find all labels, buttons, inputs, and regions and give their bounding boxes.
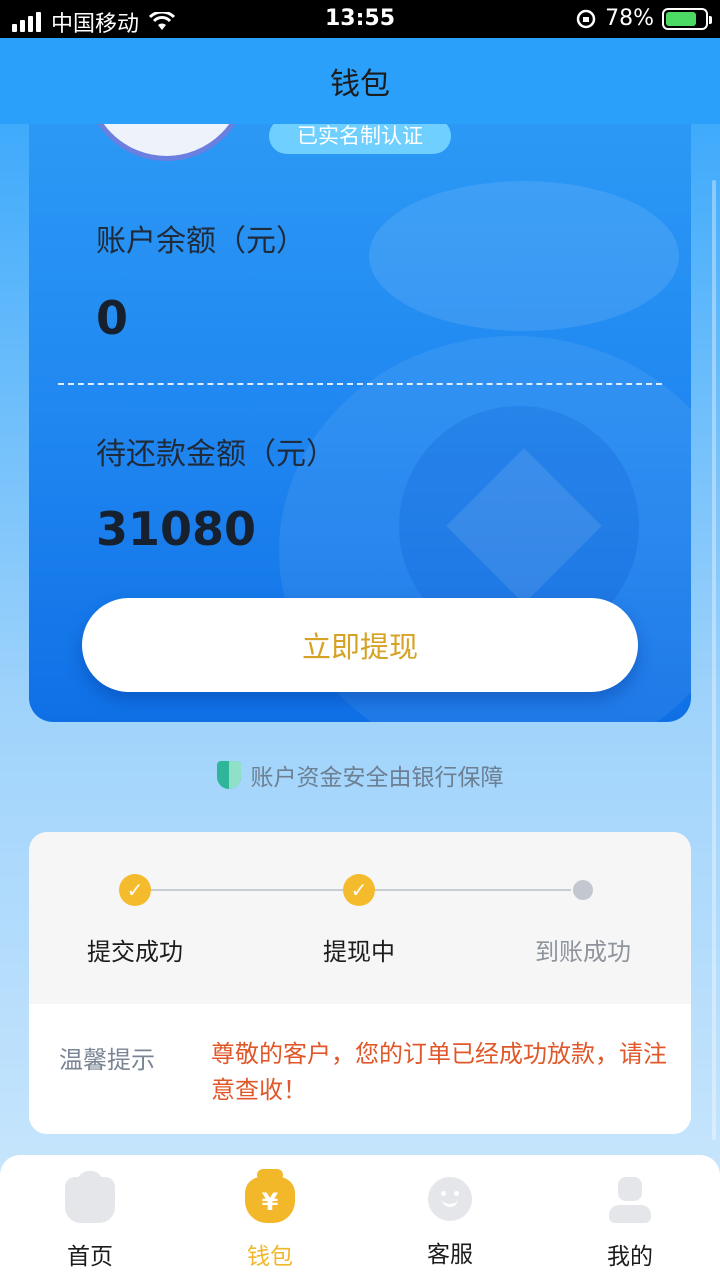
status-bar: 中国移动 13:55 78% xyxy=(0,0,720,38)
tab-label: 我的 xyxy=(607,1244,653,1270)
tab-label: 首页 xyxy=(67,1244,113,1270)
service-icon xyxy=(428,1177,472,1221)
step-label-arrived: 到账成功 xyxy=(535,938,631,966)
repay-label: 待还款金额（元） xyxy=(96,437,336,472)
tab-profile[interactable]: 我的 xyxy=(540,1155,720,1280)
security-note: 账户资金安全由银行保障 xyxy=(0,758,720,792)
orientation-lock-icon xyxy=(576,9,596,28)
progress-line xyxy=(151,889,347,891)
home-icon xyxy=(65,1171,115,1223)
tip-title: 温馨提示 xyxy=(59,1046,155,1074)
step-label-processing: 提现中 xyxy=(323,938,395,966)
profile-icon xyxy=(605,1177,655,1223)
dashed-divider xyxy=(58,383,662,385)
tab-home[interactable]: 首页 xyxy=(0,1155,180,1280)
battery-percent: 78% xyxy=(605,6,654,31)
withdraw-button[interactable]: 立即提现 xyxy=(82,598,638,692)
check-icon: ✓ xyxy=(119,874,151,906)
tab-label: 客服 xyxy=(427,1242,473,1268)
tip-section: 温馨提示 尊敬的客户，您的订单已经成功放款，请注意查收！ xyxy=(29,1004,691,1134)
tab-service[interactable]: 客服 xyxy=(360,1155,540,1280)
navigation-header: 钱包 xyxy=(0,38,720,124)
security-note-text: 账户资金安全由银行保障 xyxy=(250,765,504,791)
step-label-submitted: 提交成功 xyxy=(87,938,183,966)
bottom-tab-bar: 首页 ¥ 钱包 客服 我的 xyxy=(0,1155,720,1280)
wallet-card: 已实名制认证 账户余额（元） 0 待还款金额（元） 31080 立即提现 xyxy=(29,86,691,722)
battery-icon xyxy=(662,7,712,30)
repay-value: 31080 xyxy=(96,502,257,556)
shield-icon xyxy=(216,761,241,789)
scrollbar[interactable] xyxy=(712,180,716,1140)
check-icon: ✓ xyxy=(343,874,375,906)
wallet-icon: ¥ xyxy=(245,1169,295,1223)
page-title: 钱包 xyxy=(330,67,390,102)
pending-dot-icon xyxy=(573,880,593,900)
tab-wallet[interactable]: ¥ 钱包 xyxy=(180,1155,360,1280)
withdraw-progress-card: ✓ ✓ 提交成功 提现中 到账成功 温馨提示 尊敬的客户，您的订单已经成功放款，… xyxy=(29,832,691,1134)
tip-message: 尊敬的客户，您的订单已经成功放款，请注意查收！ xyxy=(211,1040,667,1104)
progress-line xyxy=(375,889,571,891)
tab-label: 钱包 xyxy=(247,1244,293,1270)
balance-label: 账户余额（元） xyxy=(96,224,306,259)
decoration-shape xyxy=(369,181,679,331)
balance-value: 0 xyxy=(96,291,129,345)
